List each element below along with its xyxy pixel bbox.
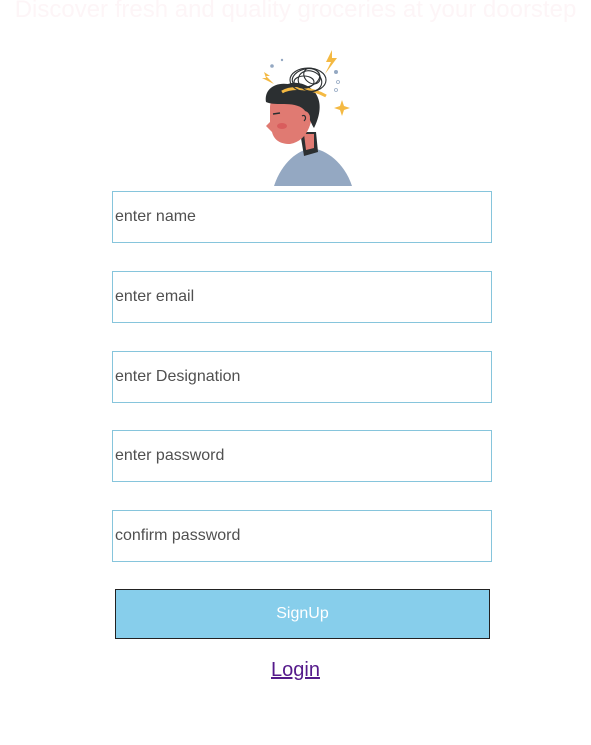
designation-input[interactable] bbox=[112, 351, 492, 403]
email-input[interactable] bbox=[112, 271, 492, 323]
signup-page: Discover fresh and quality groceries at … bbox=[0, 0, 591, 745]
password-input[interactable] bbox=[112, 430, 492, 482]
login-link[interactable]: Login bbox=[271, 659, 320, 681]
signup-button[interactable]: SignUp bbox=[115, 589, 490, 639]
confirm-password-input[interactable] bbox=[112, 510, 492, 562]
confused-person-icon bbox=[252, 46, 356, 186]
tagline: Discover fresh and quality groceries at … bbox=[14, 0, 577, 23]
login-link-container: Login bbox=[0, 657, 591, 683]
name-input[interactable] bbox=[112, 191, 492, 243]
